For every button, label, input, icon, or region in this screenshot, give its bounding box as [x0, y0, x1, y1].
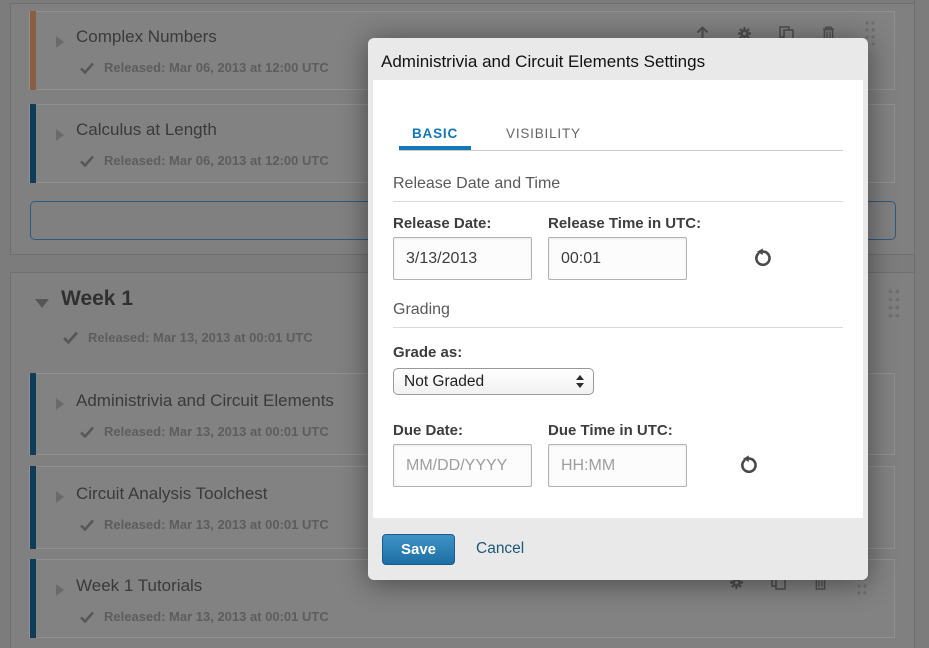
release-date-field: Release Date:: [393, 215, 532, 280]
modal-title: Administrivia and Circuit Elements Setti…: [368, 38, 868, 72]
release-date-label: Release Date:: [393, 215, 532, 232]
clear-release-date-button[interactable]: [753, 248, 773, 271]
released-text: Released: Mar 06, 2013 at 12:00 UTC: [104, 153, 329, 168]
cancel-link[interactable]: Cancel: [476, 540, 524, 558]
due-fields-row: Due Date: Due Time in UTC:: [393, 422, 843, 487]
expand-caret-icon[interactable]: [56, 36, 64, 48]
studio-course-outline-page: Complex Numbers Released: Mar 06, 2013 a…: [0, 0, 929, 648]
divider: [393, 327, 843, 328]
subsection-title: Circuit Analysis Toolchest: [76, 484, 268, 504]
released-text: Released: Mar 13, 2013 at 00:01 UTC: [104, 424, 329, 439]
modal-tabs: BASIC VISIBILITY: [399, 126, 843, 151]
released-text: Released: Mar 13, 2013 at 00:01 UTC: [104, 517, 329, 532]
check-icon: [80, 611, 94, 623]
grading-section-heading: Grading: [393, 301, 843, 319]
reset-icon: [739, 455, 759, 475]
expand-caret-icon[interactable]: [56, 398, 64, 410]
released-text: Released: Mar 13, 2013 at 00:01 UTC: [88, 330, 313, 345]
reset-icon: [753, 248, 773, 268]
released-status: Released: Mar 13, 2013 at 00:01 UTC: [80, 424, 329, 439]
expand-caret-icon[interactable]: [56, 129, 64, 141]
released-status: Released: Mar 06, 2013 at 12:00 UTC: [80, 60, 329, 75]
subsection-title: Week 1 Tutorials: [76, 576, 202, 596]
modal-footer: Save Cancel: [368, 518, 868, 580]
modal-body: BASIC VISIBILITY Release Date and Time R…: [373, 80, 863, 518]
due-time-input[interactable]: [548, 444, 687, 487]
released-status: Released: Mar 13, 2013 at 00:01 UTC: [63, 330, 313, 345]
status-bar: [30, 373, 36, 455]
released-text: Released: Mar 13, 2013 at 00:01 UTC: [104, 609, 329, 624]
grade-select[interactable]: Not Graded: [393, 368, 594, 395]
check-icon: [63, 331, 78, 344]
check-icon: [80, 155, 94, 167]
divider: [393, 201, 843, 202]
check-icon: [80, 426, 94, 438]
expand-caret-icon[interactable]: [56, 491, 64, 503]
status-bar: [30, 104, 36, 183]
subsection-title: Complex Numbers: [76, 27, 217, 47]
release-date-input[interactable]: [393, 237, 532, 280]
check-icon: [80, 519, 94, 531]
settings-modal: Administrivia and Circuit Elements Setti…: [368, 38, 868, 580]
save-button[interactable]: Save: [382, 534, 455, 565]
tab-basic[interactable]: BASIC: [399, 126, 471, 150]
select-arrows-icon: [576, 375, 584, 388]
released-status: Released: Mar 06, 2013 at 12:00 UTC: [80, 153, 329, 168]
section-title: Week 1: [61, 287, 133, 311]
status-bar: [30, 11, 36, 90]
due-time-field: Due Time in UTC:: [548, 422, 687, 487]
released-status: Released: Mar 13, 2013 at 00:01 UTC: [80, 609, 329, 624]
due-date-input[interactable]: [393, 444, 532, 487]
release-fields-row: Release Date: Release Time in UTC:: [393, 215, 843, 280]
subsection-title: Calculus at Length: [76, 120, 217, 140]
check-icon: [80, 62, 94, 74]
collapse-caret-icon[interactable]: [35, 299, 49, 308]
release-section-heading: Release Date and Time: [393, 175, 843, 193]
clear-due-date-button[interactable]: [739, 455, 759, 478]
expand-caret-icon[interactable]: [56, 584, 64, 596]
due-date-label: Due Date:: [393, 422, 532, 439]
drag-handle-icon[interactable]: [887, 288, 901, 323]
grade-as-label: Grade as:: [393, 344, 843, 361]
due-time-label: Due Time in UTC:: [548, 422, 687, 439]
tab-visibility[interactable]: VISIBILITY: [493, 126, 594, 150]
release-time-input[interactable]: [548, 237, 687, 280]
status-bar: [30, 559, 36, 638]
grade-select-value: Not Graded: [404, 373, 484, 391]
subsection-title: Administrivia and Circuit Elements: [76, 391, 334, 411]
release-time-field: Release Time in UTC:: [548, 215, 701, 280]
status-bar: [30, 466, 36, 549]
due-date-field: Due Date:: [393, 422, 532, 487]
release-time-label: Release Time in UTC:: [548, 215, 701, 232]
released-status: Released: Mar 13, 2013 at 00:01 UTC: [80, 517, 329, 532]
released-text: Released: Mar 06, 2013 at 12:00 UTC: [104, 60, 329, 75]
